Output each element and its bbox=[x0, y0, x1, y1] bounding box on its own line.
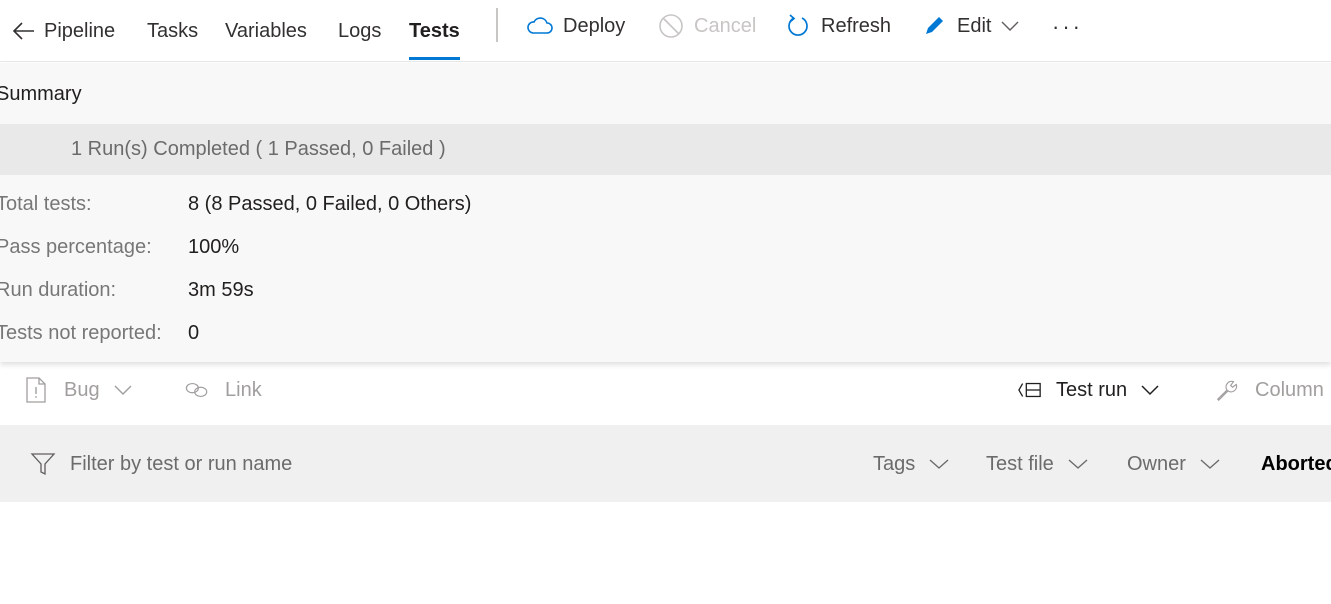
tab-tasks[interactable]: Tasks bbox=[147, 0, 198, 62]
column-options-button[interactable]: Column bbox=[1215, 370, 1324, 410]
cloud-icon bbox=[527, 13, 553, 39]
stat-value: 0 bbox=[188, 322, 200, 344]
toolbar-divider bbox=[496, 8, 498, 42]
link-button[interactable]: Link bbox=[185, 370, 262, 410]
more-actions-button[interactable]: ··· bbox=[1052, 14, 1083, 40]
stat-label: Total tests: bbox=[0, 193, 92, 215]
runs-completed-text: 1 Run(s) Completed ( 1 Passed, 0 Failed … bbox=[71, 138, 446, 160]
owner-filter-dropdown[interactable]: Owner bbox=[1127, 447, 1220, 481]
back-label: Pipeline bbox=[44, 19, 116, 42]
stat-value: 3m 59s bbox=[188, 279, 254, 301]
test-file-filter-label: Test file bbox=[986, 452, 1054, 475]
chevron-down-icon bbox=[929, 458, 949, 470]
link-label: Link bbox=[225, 378, 262, 401]
refresh-button[interactable]: Refresh bbox=[785, 0, 891, 52]
cancel-label: Cancel bbox=[694, 14, 757, 37]
stat-value: 8 (8 Passed, 0 Failed, 0 Others) bbox=[188, 193, 472, 215]
tags-filter-label: Tags bbox=[873, 452, 916, 475]
column-options-label: Column bbox=[1255, 378, 1324, 401]
chevron-down-icon bbox=[114, 384, 132, 396]
tab-tests[interactable]: Tests bbox=[409, 0, 460, 62]
chevron-down-icon bbox=[1141, 384, 1159, 396]
wrench-icon bbox=[1215, 377, 1239, 403]
filter-icon bbox=[30, 450, 58, 478]
stat-label: Pass percentage: bbox=[0, 236, 152, 258]
tab-logs[interactable]: Logs bbox=[338, 0, 381, 62]
refresh-label: Refresh bbox=[821, 14, 892, 37]
edit-label: Edit bbox=[957, 14, 992, 37]
bug-button[interactable]: Bug bbox=[24, 370, 132, 410]
summary-panel: Summary 1 Run(s) Completed ( 1 Passed, 0… bbox=[0, 63, 1331, 362]
test-file-filter-dropdown[interactable]: Test file bbox=[986, 447, 1088, 481]
command-bar: Pipeline Tasks Variables Logs Tests Depl… bbox=[0, 0, 1331, 62]
arrow-left-icon bbox=[12, 21, 36, 41]
pencil-icon bbox=[921, 13, 947, 39]
outcome-filter-dropdown[interactable]: Aborted bbox=[1261, 447, 1331, 481]
group-by-test-run-dropdown[interactable]: Test run bbox=[1018, 370, 1159, 410]
summary-title: Summary bbox=[0, 83, 82, 105]
bug-label: Bug bbox=[64, 378, 100, 401]
stat-label: Tests not reported: bbox=[0, 322, 162, 344]
refresh-icon bbox=[785, 13, 811, 39]
group-by-label: Test run bbox=[1056, 378, 1128, 401]
cancel-button[interactable]: Cancel bbox=[658, 0, 756, 52]
tags-filter-dropdown[interactable]: Tags bbox=[873, 447, 949, 481]
chevron-down-icon bbox=[1068, 458, 1088, 470]
cancel-icon bbox=[658, 13, 684, 39]
deploy-button[interactable]: Deploy bbox=[527, 0, 625, 52]
filter-search[interactable] bbox=[30, 447, 530, 481]
outcome-filter-label: Aborted bbox=[1261, 452, 1331, 475]
stat-value: 100% bbox=[188, 236, 240, 258]
chevron-down-icon bbox=[1001, 20, 1019, 32]
owner-filter-label: Owner bbox=[1127, 452, 1186, 475]
group-list-icon bbox=[1018, 377, 1042, 403]
link-icon bbox=[185, 377, 209, 403]
stat-label: Run duration: bbox=[0, 279, 117, 301]
tab-variables[interactable]: Variables bbox=[225, 0, 307, 62]
deploy-label: Deploy bbox=[563, 14, 626, 37]
runs-summary-band: 1 Run(s) Completed ( 1 Passed, 0 Failed … bbox=[0, 124, 1331, 175]
filter-bar: Tags Test file Owner Aborted bbox=[0, 425, 1331, 502]
filter-search-input[interactable] bbox=[70, 452, 490, 476]
back-to-pipeline-link[interactable]: Pipeline bbox=[12, 0, 115, 62]
edit-button[interactable]: Edit bbox=[921, 0, 1019, 52]
bug-report-icon bbox=[24, 377, 48, 403]
chevron-down-icon bbox=[1200, 458, 1220, 470]
